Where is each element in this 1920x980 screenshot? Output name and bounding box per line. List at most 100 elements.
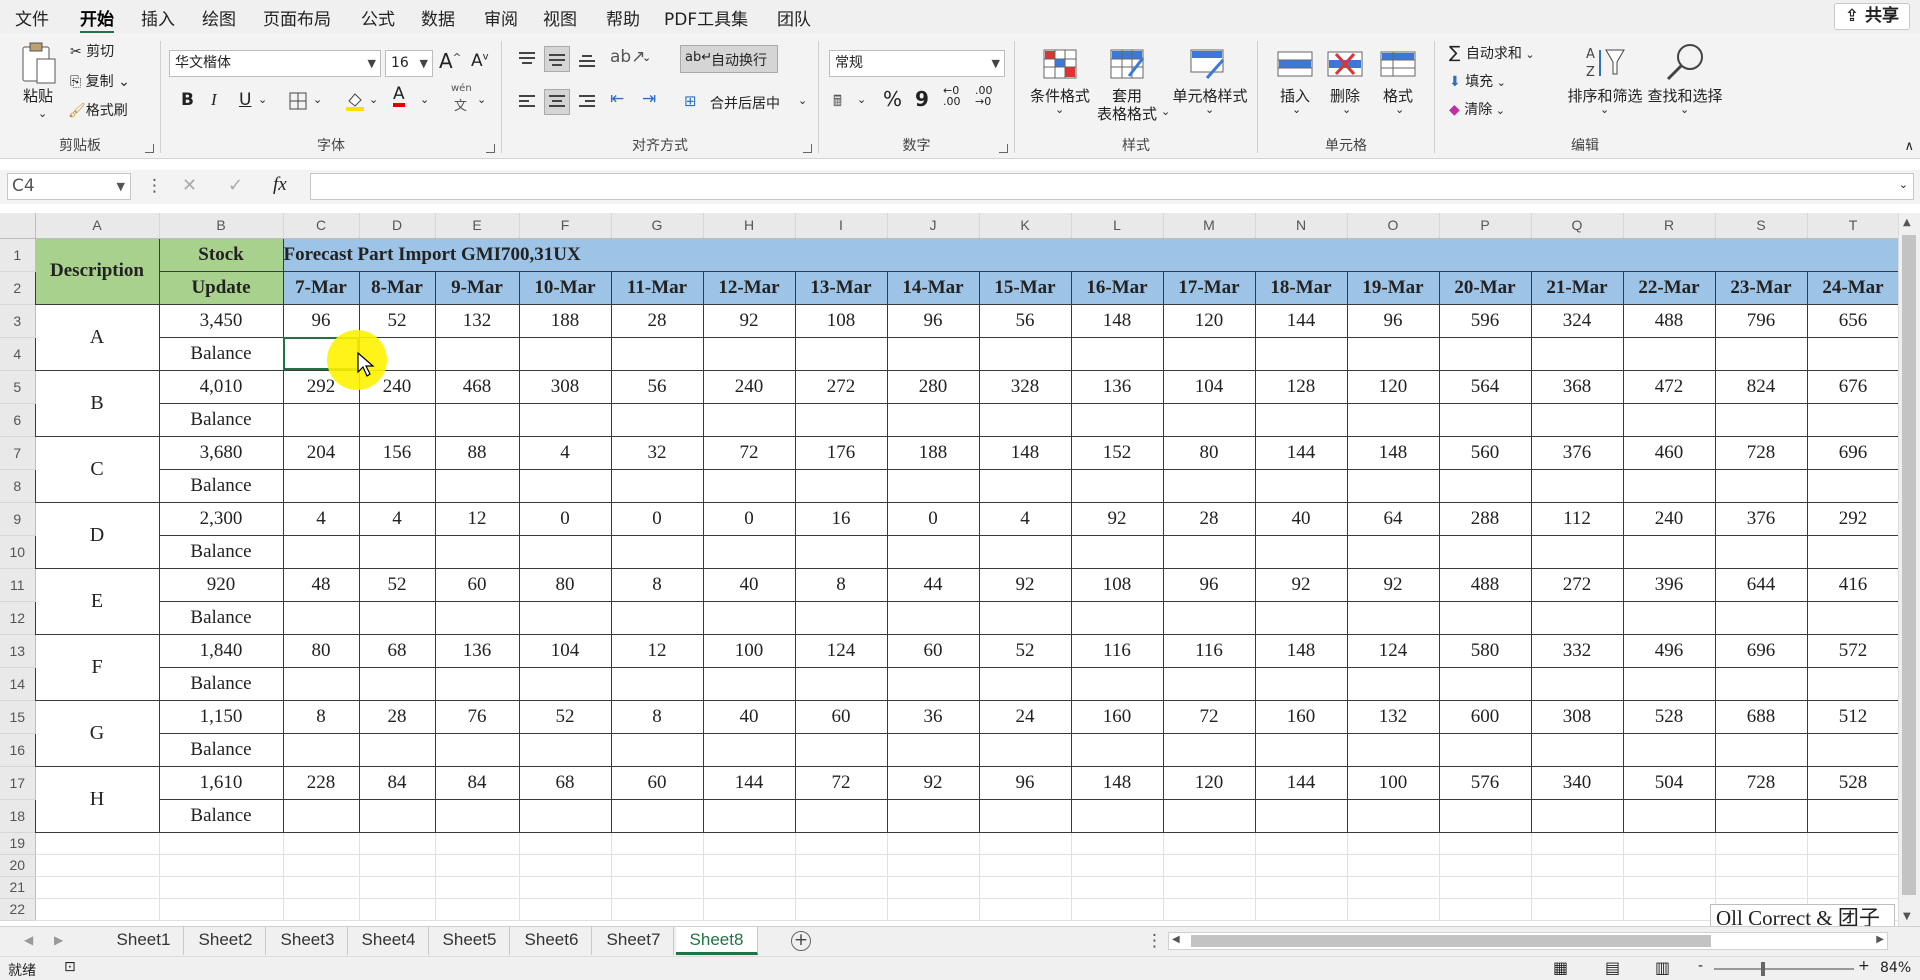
forecast-value[interactable]: 32 bbox=[610, 435, 704, 470]
balance-cell[interactable] bbox=[1714, 666, 1808, 701]
empty-cell[interactable] bbox=[795, 854, 888, 877]
forecast-value[interactable]: 152 bbox=[1070, 435, 1164, 470]
menu-item[interactable]: 页面布局 bbox=[263, 5, 331, 30]
balance-cell[interactable] bbox=[610, 798, 704, 833]
menu-item[interactable]: 帮助 bbox=[606, 5, 640, 30]
balance-cell[interactable] bbox=[1254, 402, 1348, 437]
forecast-value[interactable]: 104 bbox=[1162, 369, 1256, 404]
font-color-dropdown-icon[interactable]: ⌄ bbox=[420, 93, 429, 106]
name-box[interactable]: C4 ▼ bbox=[7, 173, 131, 200]
row-header[interactable]: 2 bbox=[0, 271, 36, 305]
balance-cell[interactable] bbox=[1070, 336, 1164, 371]
forecast-value[interactable]: 116 bbox=[1070, 633, 1164, 668]
balance-cell[interactable] bbox=[1346, 666, 1440, 701]
font-color-button[interactable]: A bbox=[393, 85, 405, 107]
scroll-right-icon[interactable]: ▶ bbox=[1876, 934, 1884, 945]
balance-cell[interactable] bbox=[702, 336, 796, 371]
balance-cell[interactable] bbox=[518, 732, 612, 767]
forecast-value[interactable]: 108 bbox=[1070, 567, 1164, 602]
date-header[interactable]: 17-Mar bbox=[1162, 270, 1256, 305]
forecast-value[interactable]: 144 bbox=[702, 765, 796, 800]
empty-cell[interactable] bbox=[283, 832, 360, 855]
forecast-value[interactable]: 124 bbox=[1346, 633, 1440, 668]
empty-cell[interactable] bbox=[283, 876, 360, 899]
stock-value[interactable]: 1,610 bbox=[158, 765, 284, 800]
forecast-value[interactable]: 40 bbox=[702, 567, 796, 602]
balance-cell[interactable] bbox=[434, 336, 520, 371]
forecast-value[interactable]: 100 bbox=[1346, 765, 1440, 800]
date-header[interactable]: 13-Mar bbox=[794, 270, 888, 305]
forecast-value[interactable]: 0 bbox=[886, 501, 980, 536]
stock-value[interactable]: 4,010 bbox=[158, 369, 284, 404]
stock-value[interactable]: 3,680 bbox=[158, 435, 284, 470]
balance-cell[interactable] bbox=[1714, 468, 1808, 503]
balance-cell[interactable] bbox=[978, 732, 1072, 767]
balance-cell[interactable] bbox=[978, 798, 1072, 833]
forecast-value[interactable]: 116 bbox=[1162, 633, 1256, 668]
balance-cell[interactable] bbox=[434, 798, 520, 833]
empty-cell[interactable] bbox=[703, 854, 796, 877]
align-right-icon[interactable] bbox=[576, 91, 598, 113]
forecast-value[interactable]: 368 bbox=[1530, 369, 1624, 404]
row-header[interactable]: 5 bbox=[0, 370, 36, 404]
balance-cell[interactable] bbox=[610, 336, 704, 371]
balance-cell[interactable] bbox=[1070, 798, 1164, 833]
balance-cell[interactable] bbox=[1254, 468, 1348, 503]
balance-label[interactable]: Balance bbox=[158, 336, 284, 371]
add-sheet-button[interactable]: + bbox=[791, 931, 811, 951]
row-header[interactable]: 8 bbox=[0, 469, 36, 503]
table-format-icon[interactable] bbox=[1107, 47, 1147, 81]
vertical-scrollbar[interactable]: ▲ ▼ bbox=[1898, 213, 1920, 926]
forecast-value[interactable]: 288 bbox=[1438, 501, 1532, 536]
wrap-text-button[interactable]: ab↵ 自动换行 bbox=[680, 45, 778, 73]
tab-scroll-left-icon[interactable]: ◀ bbox=[24, 933, 33, 947]
forecast-value[interactable]: 12 bbox=[434, 501, 520, 536]
column-header[interactable]: A bbox=[35, 213, 160, 239]
row-header[interactable]: 19 bbox=[0, 832, 36, 855]
decrease-indent-icon[interactable]: ⇤ bbox=[610, 89, 624, 109]
clear-button[interactable]: ◆ 清除 ⌄ bbox=[1449, 99, 1505, 119]
clipboard-launcher-icon[interactable] bbox=[145, 144, 154, 153]
forecast-value[interactable]: 8 bbox=[794, 567, 888, 602]
balance-cell[interactable] bbox=[358, 600, 436, 635]
zoom-out-button[interactable]: - bbox=[1698, 958, 1703, 974]
balance-cell[interactable] bbox=[518, 534, 612, 569]
page-layout-view-icon[interactable]: ▤ bbox=[1605, 958, 1620, 977]
forecast-value[interactable]: 92 bbox=[886, 765, 980, 800]
balance-cell[interactable] bbox=[1070, 600, 1164, 635]
balance-cell[interactable] bbox=[434, 534, 520, 569]
column-header[interactable]: Q bbox=[1531, 213, 1624, 239]
row-header[interactable]: 9 bbox=[0, 502, 36, 536]
balance-cell[interactable] bbox=[702, 468, 796, 503]
forecast-value[interactable]: 36 bbox=[886, 699, 980, 734]
balance-cell[interactable] bbox=[886, 732, 980, 767]
date-header[interactable]: 7-Mar bbox=[282, 270, 360, 305]
empty-cell[interactable] bbox=[1531, 876, 1624, 899]
font-size-select[interactable]: 16 ▼ bbox=[385, 50, 433, 77]
forecast-value[interactable]: 96 bbox=[1162, 567, 1256, 602]
forecast-value[interactable]: 580 bbox=[1438, 633, 1532, 668]
forecast-value[interactable]: 272 bbox=[794, 369, 888, 404]
forecast-value[interactable]: 80 bbox=[518, 567, 612, 602]
empty-cell[interactable] bbox=[35, 832, 160, 855]
column-header[interactable]: D bbox=[359, 213, 436, 239]
balance-cell[interactable] bbox=[1622, 468, 1716, 503]
forecast-value[interactable]: 108 bbox=[794, 303, 888, 338]
item-name[interactable]: F bbox=[34, 633, 160, 701]
tab-sheet4[interactable]: Sheet4 bbox=[349, 927, 429, 955]
column-header[interactable]: G bbox=[611, 213, 704, 239]
balance-cell[interactable] bbox=[518, 600, 612, 635]
column-header[interactable]: R bbox=[1623, 213, 1716, 239]
forecast-value[interactable]: 120 bbox=[1346, 369, 1440, 404]
forecast-value[interactable]: 60 bbox=[610, 765, 704, 800]
formula-input[interactable] bbox=[310, 173, 1914, 200]
balance-cell[interactable] bbox=[1806, 534, 1898, 569]
balance-cell[interactable] bbox=[282, 534, 360, 569]
date-header[interactable]: 20-Mar bbox=[1438, 270, 1532, 305]
item-name[interactable]: E bbox=[34, 567, 160, 635]
menu-item[interactable]: 文件 bbox=[15, 5, 49, 30]
menu-item[interactable]: 插入 bbox=[141, 5, 175, 30]
date-header[interactable]: 16-Mar bbox=[1070, 270, 1164, 305]
empty-cell[interactable] bbox=[1623, 832, 1716, 855]
forecast-value[interactable]: 416 bbox=[1806, 567, 1898, 602]
